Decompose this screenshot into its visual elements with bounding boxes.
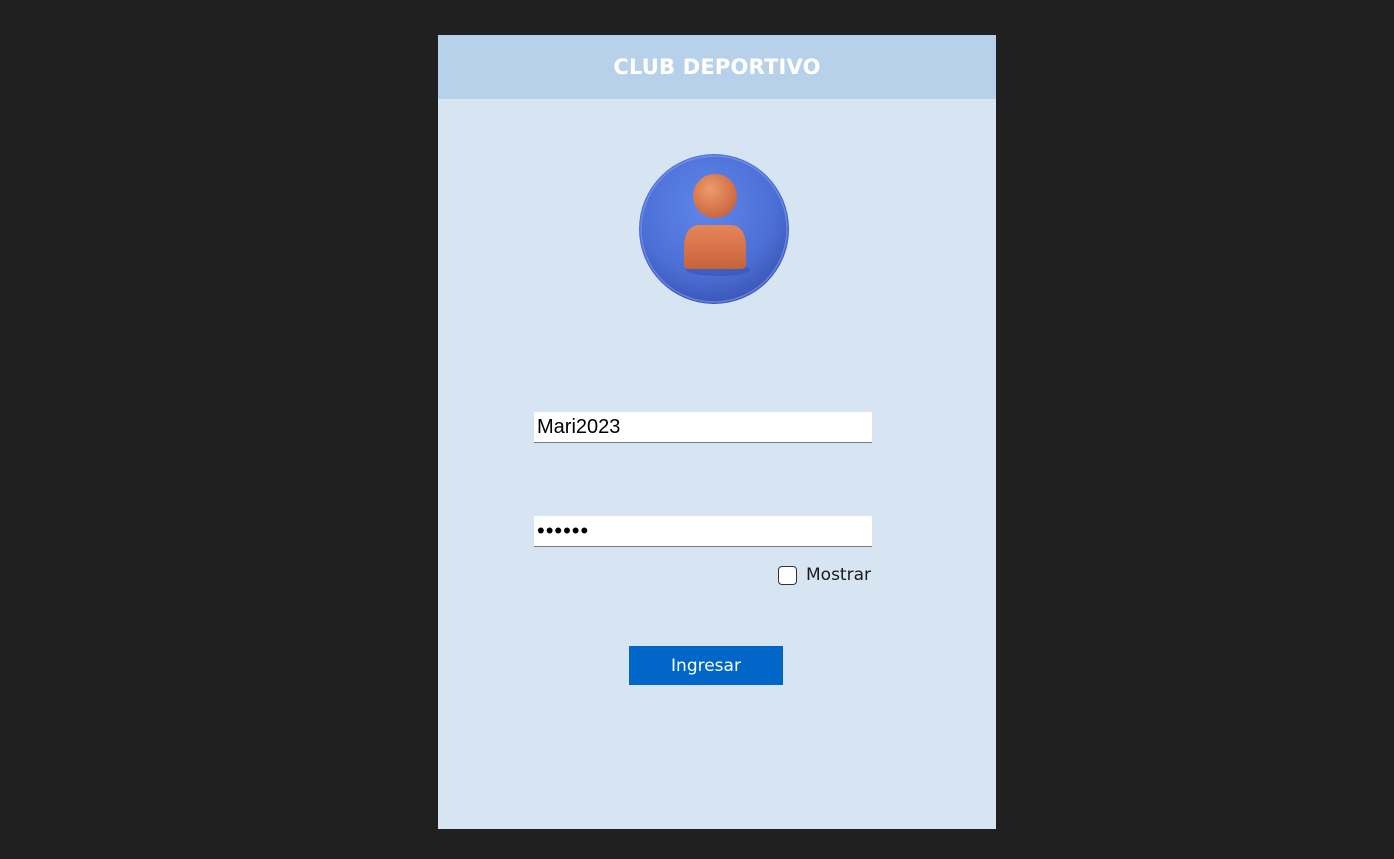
login-button[interactable]: Ingresar: [629, 646, 783, 685]
login-panel: CLUB DEPORTIVO Mari2023 •••••• Mostrar I…: [438, 35, 996, 829]
show-password-checkbox[interactable]: [778, 565, 797, 585]
app-title: CLUB DEPORTIVO: [613, 55, 821, 79]
app-window: CLUB DEPORTIVO Mari2023 •••••• Mostrar I…: [0, 0, 1394, 859]
password-input[interactable]: [534, 516, 872, 547]
user-avatar-icon: [639, 154, 789, 304]
username-input[interactable]: [534, 412, 872, 443]
show-password-row[interactable]: Mostrar: [778, 564, 871, 586]
header-bar: CLUB DEPORTIVO: [438, 35, 996, 99]
show-password-label[interactable]: Mostrar: [806, 565, 871, 585]
